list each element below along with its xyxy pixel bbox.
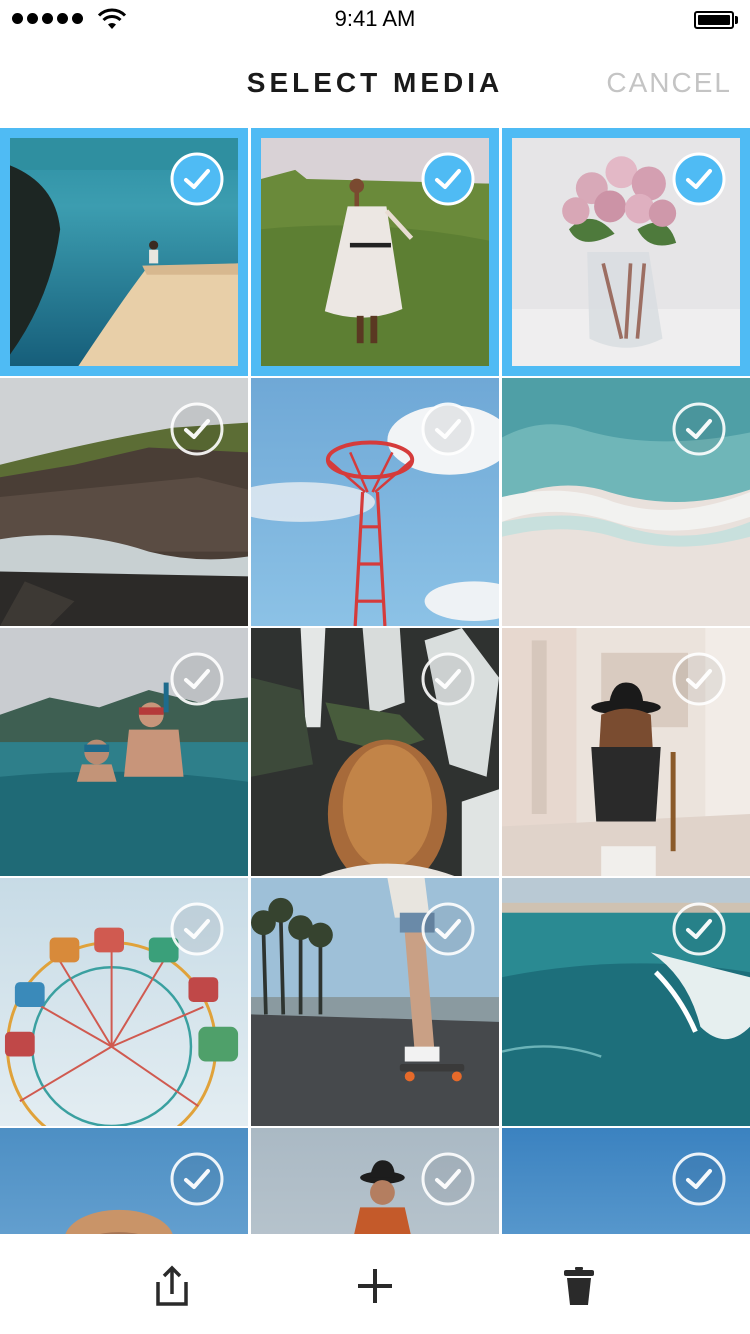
checkmark-icon [170,1152,224,1206]
media-tile[interactable] [251,878,499,1126]
media-tile[interactable] [251,378,499,626]
checkmark-icon [421,152,475,206]
media-tile[interactable] [502,1128,750,1234]
media-tile-selected[interactable] [0,128,248,376]
nav-bar: SELECT MEDIA CANCEL [0,40,750,128]
media-tile[interactable] [0,878,248,1126]
battery-full-icon [694,11,738,29]
media-tile-selected[interactable] [502,128,750,376]
checkmark-icon [672,402,726,456]
checkmark-icon [170,652,224,706]
checkmark-icon [421,652,475,706]
media-tile[interactable] [502,378,750,626]
add-button[interactable] [353,1264,397,1308]
checkmark-icon [672,1152,726,1206]
media-tile[interactable] [251,628,499,876]
checkmark-icon [672,652,726,706]
media-tile[interactable] [0,378,248,626]
checkmark-icon [672,152,726,206]
checkmark-icon [421,902,475,956]
status-time: 9:41 AM [334,6,416,31]
media-tile[interactable] [0,1128,248,1234]
bottom-toolbar [0,1234,750,1334]
checkmark-icon [421,402,475,456]
checkmark-icon [170,152,224,206]
checkmark-icon [672,902,726,956]
checkmark-icon [421,1152,475,1206]
media-tile[interactable] [502,878,750,1126]
delete-button[interactable] [557,1264,601,1308]
trash-icon [564,1267,594,1305]
status-bar: 9:41 AM [0,0,750,40]
select-media-screen: 9:41 AM SELECT MEDIA CANCEL [0,0,750,1334]
checkmark-icon [170,902,224,956]
media-tile-selected[interactable] [251,128,499,376]
add-icon [358,1269,392,1303]
share-icon [156,1265,188,1306]
media-tile[interactable] [251,1128,499,1234]
share-button[interactable] [150,1264,194,1308]
media-tile[interactable] [0,628,248,876]
media-tile[interactable] [502,628,750,876]
checkmark-icon [170,402,224,456]
media-grid [0,128,750,1234]
cancel-button[interactable]: CANCEL [606,67,732,99]
